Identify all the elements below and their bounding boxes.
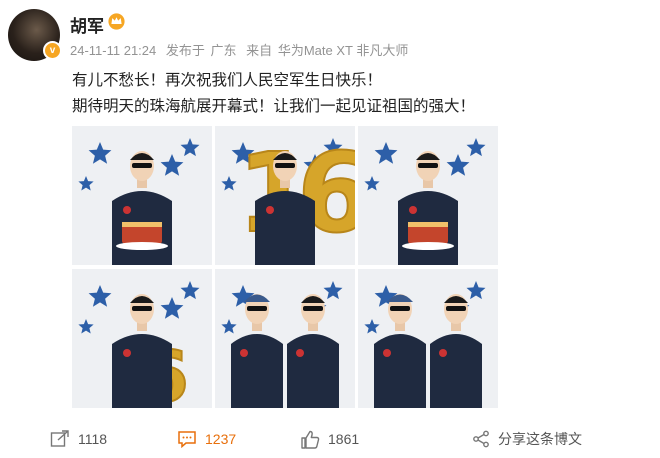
like-count: 1861 <box>328 431 360 447</box>
like-button[interactable]: 1861 <box>300 428 359 450</box>
posted-in-label: 发布于 <box>165 43 205 58</box>
post-photo[interactable] <box>358 126 498 265</box>
vip-crown-icon[interactable] <box>108 13 125 30</box>
share-icon <box>473 430 489 448</box>
repost-count: 1118 <box>78 431 108 447</box>
action-bar: 1118 1237 1861 分享这条博文 <box>0 418 660 458</box>
share-button[interactable]: 分享这条博文 <box>472 428 582 450</box>
post-line: 有儿不愁长！再次祝我们人民空军生日快乐！ <box>72 72 383 89</box>
comment-icon <box>178 431 196 448</box>
avatar[interactable]: v <box>8 9 62 61</box>
post-location: 广东 <box>210 43 237 58</box>
photo-grid: 166 <box>72 126 498 408</box>
post-meta: 24-11-11 21:24 发布于 广东 来自 华为Mate XT 非凡大师 <box>70 40 414 59</box>
comment-count: 1237 <box>205 431 237 447</box>
repost-button[interactable]: 1118 <box>50 428 107 450</box>
verified-badge-icon: v <box>43 41 62 60</box>
post-photo[interactable] <box>72 126 212 265</box>
source-label: 来自 <box>246 43 273 58</box>
post-photo[interactable] <box>215 269 355 408</box>
repost-icon <box>50 430 69 447</box>
post-body: 有儿不愁长！再次祝我们人民空军生日快乐！ 期待明天的珠海航展开幕式！让我们一起见… <box>72 68 475 120</box>
post-device[interactable]: 华为Mate XT 非凡大师 <box>278 43 409 58</box>
post-line: 期待明天的珠海航展开幕式！让我们一起见证祖国的强大！ <box>72 98 476 115</box>
post-photo[interactable]: 6 <box>72 269 212 408</box>
thumbs-up-icon <box>301 430 320 449</box>
share-label: 分享这条博文 <box>498 431 582 447</box>
post-photo[interactable]: 16 <box>215 126 355 265</box>
comment-button[interactable]: 1237 <box>177 428 236 450</box>
post-timestamp[interactable]: 24-11-11 21:24 <box>70 43 156 58</box>
username[interactable]: 胡军 <box>70 12 104 37</box>
post-photo[interactable] <box>358 269 498 408</box>
